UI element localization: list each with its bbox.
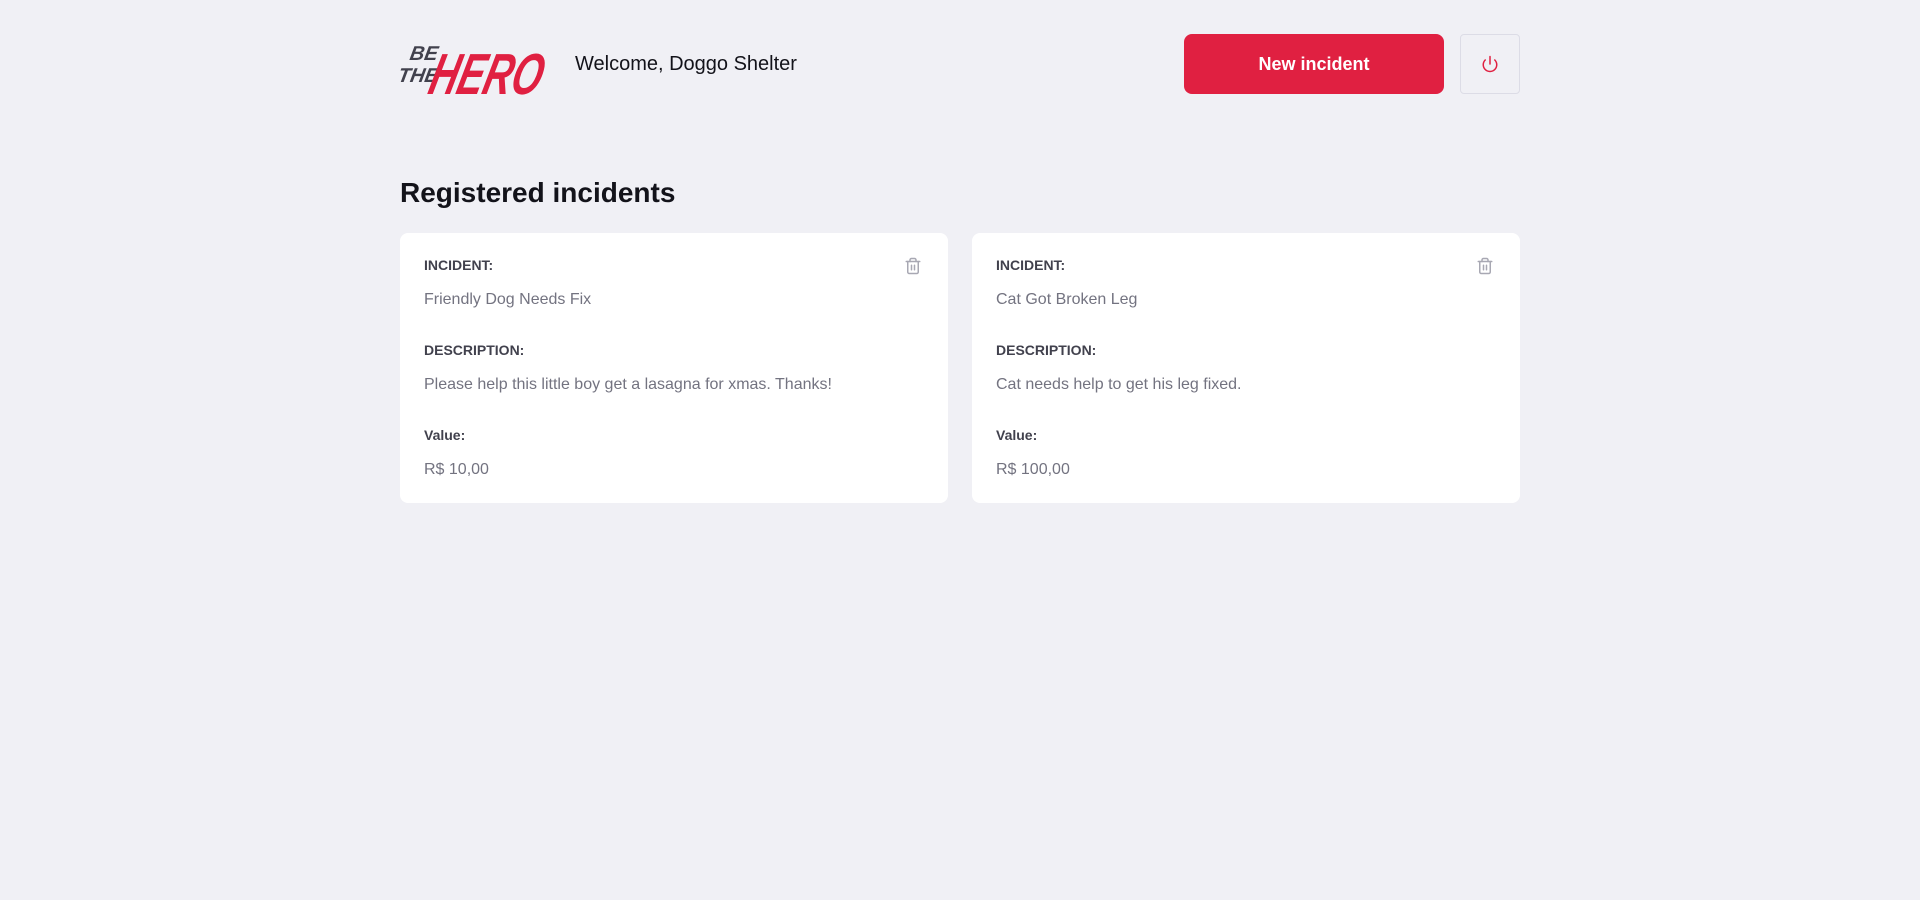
incident-title: Friendly Dog Needs Fix bbox=[424, 291, 592, 308]
app-header: BE THE HERO Welcome, Doggo Shelter New i… bbox=[400, 34, 1520, 98]
be-the-hero-logo: BE THE HERO bbox=[400, 43, 551, 98]
incident-card: INCIDENT: Cat Got Broken Leg DESCRIPTION… bbox=[972, 233, 1520, 503]
logout-button[interactable] bbox=[1460, 34, 1520, 94]
description-label: DESCRIPTION: bbox=[424, 342, 525, 358]
incident-value: R$ 100,00 bbox=[996, 461, 1070, 478]
svg-text:HERO: HERO bbox=[423, 43, 551, 98]
incident-label: INCIDENT: bbox=[996, 257, 1066, 273]
new-incident-button[interactable]: New incident bbox=[1184, 34, 1444, 94]
incident-label: INCIDENT: bbox=[424, 257, 494, 273]
delete-incident-button[interactable] bbox=[1474, 255, 1496, 277]
welcome-message: Welcome, Doggo Shelter bbox=[575, 53, 797, 75]
page-title: Registered incidents bbox=[400, 177, 676, 208]
trash-icon bbox=[1477, 257, 1493, 275]
description-label: DESCRIPTION: bbox=[996, 342, 1097, 358]
incident-description: Please help this little boy get a lasagn… bbox=[424, 376, 832, 393]
value-label: Value: bbox=[424, 427, 466, 443]
incident-card: INCIDENT: Friendly Dog Needs Fix DESCRIP… bbox=[400, 233, 948, 503]
value-label: Value: bbox=[996, 427, 1038, 443]
delete-incident-button[interactable] bbox=[902, 255, 924, 277]
incident-description: Cat needs help to get his leg fixed. bbox=[996, 376, 1242, 393]
power-icon bbox=[1482, 55, 1498, 73]
trash-icon bbox=[905, 257, 921, 275]
incident-title: Cat Got Broken Leg bbox=[996, 291, 1138, 308]
incident-value: R$ 10,00 bbox=[424, 461, 489, 478]
